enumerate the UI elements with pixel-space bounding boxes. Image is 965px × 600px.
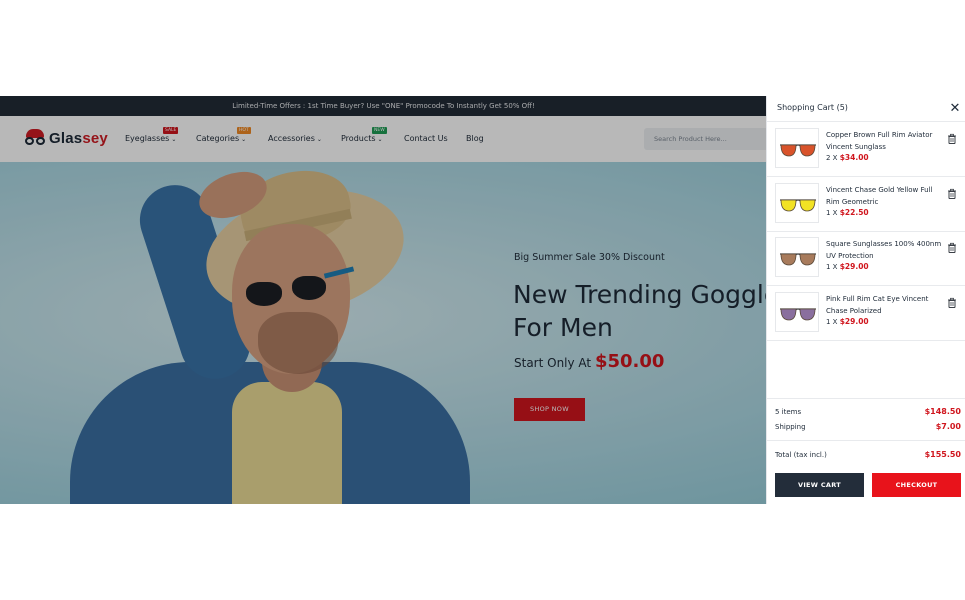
close-icon[interactable]: ✕ <box>948 102 962 116</box>
trash-icon[interactable] <box>946 130 958 144</box>
product-price: $22.50 <box>839 207 869 217</box>
product-thumbnail[interactable] <box>775 237 819 277</box>
items-subtotal-row: 5 items $148.50 <box>775 407 961 416</box>
cart-header: Shopping Cart (5) ✕ <box>767 96 965 122</box>
shopping-cart-drawer: Shopping Cart (5) ✕ Copper Brown Full Ri… <box>766 96 965 504</box>
trash-icon[interactable] <box>946 239 958 253</box>
summary-divider <box>767 440 965 441</box>
shipping-value: $7.00 <box>935 422 961 431</box>
product-qty: 1 X <box>826 263 840 271</box>
product-qty-price: 1 X $29.00 <box>826 262 869 271</box>
product-name[interactable]: Square Sunglasses 100% 400nm UV Protecti… <box>826 238 944 262</box>
items-value: $148.50 <box>924 407 961 416</box>
product-thumbnail[interactable] <box>775 182 819 223</box>
cart-item: Vincent Chase Gold Yellow Full Rim Geome… <box>767 178 965 232</box>
total-label: Total (tax incl.) <box>775 451 827 459</box>
product-price: $34.00 <box>839 153 869 162</box>
cart-item: Copper Brown Full Rim Aviator Vincent Su… <box>767 123 965 177</box>
shipping-row: Shipping $7.00 <box>775 422 961 431</box>
cart-summary: 5 items $148.50 Shipping $7.00 Total (tax … <box>767 398 965 504</box>
drawer-backdrop[interactable] <box>0 96 767 504</box>
product-qty-price: 1 X $22.50 <box>826 208 869 217</box>
total-value: $155.50 <box>924 450 961 459</box>
cart-item: Pink Full Rim Cat Eye Vincent Chase Pola… <box>767 287 965 341</box>
shipping-label: Shipping <box>775 423 806 431</box>
trash-icon[interactable] <box>946 294 958 308</box>
cart-title: Shopping Cart (5) <box>777 103 848 112</box>
product-thumbnail[interactable] <box>775 128 819 168</box>
product-name[interactable]: Pink Full Rim Cat Eye Vincent Chase Pola… <box>826 293 944 317</box>
product-qty-price: 2 X $34.00 <box>826 153 869 162</box>
product-name[interactable]: Vincent Chase Gold Yellow Full Rim Geome… <box>826 184 944 208</box>
product-qty: 1 X <box>826 208 840 217</box>
items-label: 5 items <box>775 408 802 416</box>
total-row: Total (tax incl.) $155.50 <box>775 450 961 459</box>
browser-viewport: Limited-Time Offers : 1st Time Buyer? Us… <box>0 96 965 504</box>
cart-item: Square Sunglasses 100% 400nm UV Protecti… <box>767 232 965 286</box>
product-qty: 1 X <box>826 317 840 326</box>
product-price: $29.00 <box>839 316 869 326</box>
product-price: $29.00 <box>839 262 869 271</box>
view-cart-button[interactable]: VIEW CART <box>775 473 864 497</box>
product-name[interactable]: Copper Brown Full Rim Aviator Vincent Su… <box>826 129 944 153</box>
product-qty: 2 X <box>826 154 840 162</box>
checkout-button[interactable]: CHECKOUT <box>872 473 961 497</box>
product-qty-price: 1 X $29.00 <box>826 317 869 326</box>
trash-icon[interactable] <box>946 185 958 199</box>
product-thumbnail[interactable] <box>775 291 819 332</box>
